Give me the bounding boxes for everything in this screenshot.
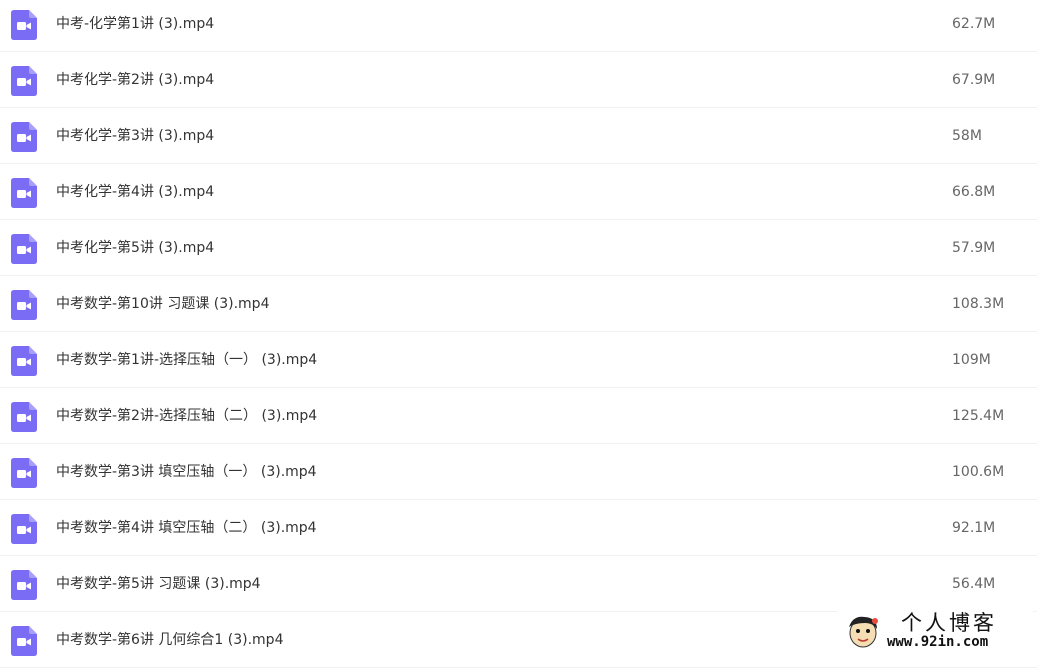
file-row[interactable]: 中考-化学第1讲 (3).mp4 62.7M [0,0,1037,52]
watermark-title: 个人博客 [901,611,997,635]
file-size: 109M [952,332,991,388]
file-row[interactable]: 中考化学-第4讲 (3).mp4 66.8M [0,164,1037,220]
file-list: 中考-化学第1讲 (3).mp4 62.7M 中考化学-第2讲 (3).mp4 67.… [0,0,1037,668]
file-row[interactable]: 中考数学-第1讲-选择压轴（一） (3).mp4 109M [0,332,1037,388]
file-name[interactable]: 中考数学-第5讲 习题课 (3).mp4 [56,556,261,612]
video-file-icon [11,290,37,320]
file-name[interactable]: 中考数学-第1讲-选择压轴（一） (3).mp4 [56,332,317,388]
file-row[interactable]: 中考数学-第4讲 填空压轴（二） (3).mp4 92.1M [0,500,1037,556]
file-name[interactable]: 中考-化学第1讲 (3).mp4 [56,0,214,52]
video-file-icon [11,626,37,656]
file-row[interactable]: 中考数学-第10讲 习题课 (3).mp4 108.3M [0,276,1037,332]
file-name[interactable]: 中考化学-第2讲 (3).mp4 [56,52,214,108]
file-name[interactable]: 中考数学-第3讲 填空压轴（一） (3).mp4 [56,444,317,500]
file-size: 108.3M [952,276,1004,332]
video-file-icon [11,402,37,432]
file-name[interactable]: 中考化学-第5讲 (3).mp4 [56,220,214,276]
video-file-icon [11,10,37,40]
file-name[interactable]: 中考数学-第4讲 填空压轴（二） (3).mp4 [56,500,317,556]
video-file-icon [11,458,37,488]
watermark-url: www.92in.com [887,633,988,651]
cartoon-face-icon [843,613,883,651]
video-file-icon [11,570,37,600]
file-row[interactable]: 中考数学-第5讲 习题课 (3).mp4 56.4M [0,556,1037,612]
file-size: 57.9M [952,220,995,276]
file-name[interactable]: 中考化学-第3讲 (3).mp4 [56,108,214,164]
file-row[interactable]: 中考数学-第2讲-选择压轴（二） (3).mp4 125.4M [0,388,1037,444]
file-row[interactable]: 中考化学-第5讲 (3).mp4 57.9M [0,220,1037,276]
file-name[interactable]: 中考数学-第6讲 几何综合1 (3).mp4 [56,612,283,668]
file-size: 67.9M [952,52,995,108]
file-name[interactable]: 中考数学-第2讲-选择压轴（二） (3).mp4 [56,388,317,444]
video-file-icon [11,514,37,544]
file-size: 125.4M [952,388,1004,444]
file-row[interactable]: 中考化学-第2讲 (3).mp4 67.9M [0,52,1037,108]
file-size: 66.8M [952,164,995,220]
file-size: 58M [952,108,982,164]
video-file-icon [11,234,37,264]
file-name[interactable]: 中考化学-第4讲 (3).mp4 [56,164,214,220]
file-size: 92.1M [952,500,995,556]
video-file-icon [11,346,37,376]
file-size: 100.6M [952,444,1004,500]
file-size: 62.7M [952,0,995,52]
file-name[interactable]: 中考数学-第10讲 习题课 (3).mp4 [56,276,269,332]
file-row[interactable]: 中考化学-第3讲 (3).mp4 58M [0,108,1037,164]
watermark: 个人博客 www.92in.com [837,611,1033,653]
video-file-icon [11,178,37,208]
file-size: 56.4M [952,556,995,612]
video-file-icon [11,66,37,96]
video-file-icon [11,122,37,152]
file-row[interactable]: 中考数学-第3讲 填空压轴（一） (3).mp4 100.6M [0,444,1037,500]
